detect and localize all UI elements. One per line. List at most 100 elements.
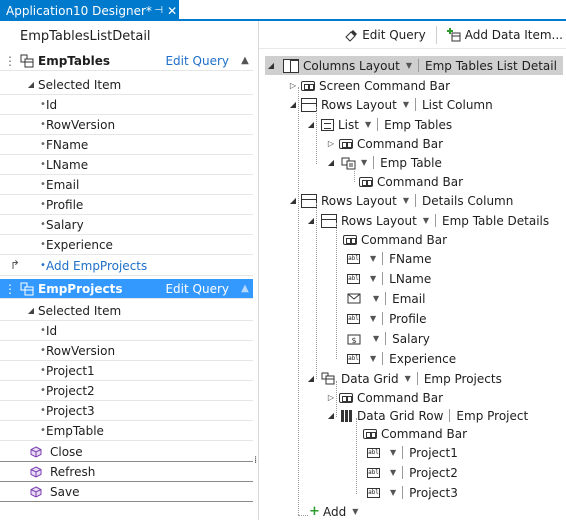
dropdown-arrow-icon[interactable]: ▼ [361,158,367,167]
tree-node-list-command-bar[interactable]: ▷ Command Bar [325,134,443,153]
field-item[interactable]: • Experience [0,235,253,255]
collapse-triangle-icon[interactable]: ◢ [265,61,277,70]
splitter-grip-icon[interactable]: ⁞ [254,455,257,466]
field-item[interactable]: • LName [0,155,253,175]
tree-node-field-lname[interactable]: abl ▼ LName [347,269,431,288]
text-box-icon: abl [367,467,380,478]
tree-node-field-experience[interactable]: abl ▼ Experience [347,349,456,368]
control-type[interactable]: Data Grid [341,372,399,386]
tree-node-details[interactable]: ◢ Rows Layout ▼ Emp Table Details [305,211,549,230]
dropdown-arrow-icon[interactable]: ▼ [390,468,396,477]
node-name: Command Bar [377,174,464,189]
tree-node-field-project3[interactable]: abl ▼ Project3 [367,483,458,502]
tree-node-root[interactable]: ◢ Columns Layout ▼ Emp Tables List Detai… [265,56,563,75]
tree-node-field-salary[interactable]: $ ▼ Salary [347,329,430,348]
tree-node-field-profile[interactable]: abl ▼ Profile [347,309,426,328]
tree-node-data-grid[interactable]: ◢ Data Grid ▼ Emp Projects [305,369,502,388]
add-related-link[interactable]: ↱ • Add EmpProjects [0,256,253,276]
tree-node-details-column[interactable]: ◢ Rows Layout ▼ Details Column [287,191,513,210]
node-name: Command Bar [357,136,444,151]
field-item[interactable]: • FName [0,135,253,155]
dropdown-arrow-icon[interactable]: ▼ [370,274,376,283]
dropdown-arrow-icon[interactable]: ▼ [370,314,376,323]
control-type[interactable]: Rows Layout [341,214,417,228]
entity-header-empprojects[interactable]: ⋮ EmpProjects Edit Query ▲ [0,279,253,299]
command-close[interactable]: Close [0,442,253,462]
node-name: LName [389,271,432,286]
entity-header-emptables[interactable]: ⋮ EmpTables Edit Query ▲ [0,51,253,71]
control-type[interactable]: Data Grid Row [357,409,443,423]
field-item[interactable]: • RowVersion [0,115,253,135]
add-data-item-button[interactable]: Add Data Item... [446,27,563,42]
node-name: Command Bar [357,390,444,405]
tree-node-field-email[interactable]: ▼ Email [347,289,425,308]
tree-node-screen-command-bar[interactable]: ▷ Screen Command Bar [287,76,450,95]
tree-node-field-project2[interactable]: abl ▼ Project2 [367,463,458,482]
expand-triangle-icon[interactable]: ▷ [325,139,337,148]
control-type[interactable]: Rows Layout [321,194,397,208]
edit-query-link[interactable]: Edit Query [165,54,229,68]
field-item[interactable]: • RowVersion [0,341,253,361]
field-item[interactable]: • Id [0,95,253,115]
command-save[interactable]: Save [0,482,253,502]
tree-node-field-fname[interactable]: abl ▼ FName [347,249,431,268]
dropdown-arrow-icon[interactable]: ▼ [370,354,376,363]
control-type[interactable]: Rows Layout [321,98,397,112]
field-label: Project3 [46,403,95,418]
dropdown-arrow-icon[interactable]: ▼ [405,374,411,383]
collapse-triangle-icon[interactable]: ◢ [26,80,36,89]
dropdown-arrow-icon[interactable]: ▼ [403,196,409,205]
drag-grip-icon[interactable]: ⋮ [0,282,20,296]
dropdown-arrow-icon[interactable]: ▼ [403,100,409,109]
dropdown-arrow-icon[interactable]: ▼ [390,448,396,457]
tree-node-list[interactable]: ◢ List ▼ Emp Tables [305,115,452,134]
selected-item-node[interactable]: ◢ Selected Item [0,301,253,321]
tree-node-list-column[interactable]: ◢ Rows Layout ▼ List Column [287,95,493,114]
dropdown-arrow-icon[interactable]: ▼ [365,120,371,129]
tree-node-emp-table[interactable]: ◢ ▼ Emp Table [325,153,442,172]
field-label: Email [46,177,80,192]
control-type[interactable]: List [338,118,359,132]
field-item[interactable]: • Id [0,321,253,341]
collapse-triangle-icon[interactable]: ◢ [325,158,337,167]
chevron-up-icon[interactable]: ▲ [237,283,253,294]
field-item[interactable]: • Project3 [0,401,253,421]
tree-node-details-command-bar[interactable]: Command Bar [343,230,447,249]
selected-item-label: Selected Item [38,303,122,318]
tree-node-row-command-bar[interactable]: Command Bar [363,424,467,443]
field-item[interactable]: • EmpTable [0,421,253,441]
node-name: Experience [389,351,457,366]
tree-node-grid-command-bar[interactable]: ▷ Command Bar [325,388,443,407]
edit-query-button[interactable]: Edit Query [344,28,426,42]
tab-application-designer[interactable]: Application10 Designer* ⊣ ✕ [0,0,179,21]
add-content-item-button[interactable]: + Add ▼ [309,502,364,521]
chevron-up-icon[interactable]: ▲ [237,55,253,66]
dropdown-arrow-icon[interactable]: ▼ [352,507,358,516]
field-item[interactable]: • Project2 [0,381,253,401]
field-item[interactable]: • Email [0,175,253,195]
node-name: Salary [392,331,430,346]
field-item[interactable]: • Project1 [0,361,253,381]
control-type[interactable]: Columns Layout [303,59,400,73]
dropdown-arrow-icon[interactable]: ▼ [423,216,429,225]
node-name: Emp Table [380,155,442,170]
field-item[interactable]: • Profile [0,195,253,215]
field-item[interactable]: • Salary [0,215,253,235]
field-label: FName [46,137,89,152]
collapse-triangle-icon[interactable]: ◢ [26,306,36,315]
field-label: Profile [46,197,84,212]
field-label: Id [46,323,58,338]
tree-node-emp-table-command-bar[interactable]: Command Bar [359,172,463,191]
dropdown-arrow-icon[interactable]: ▼ [390,488,396,497]
drag-grip-icon[interactable]: ⋮ [0,54,20,68]
command-refresh[interactable]: Refresh [0,462,253,482]
edit-query-link[interactable]: Edit Query [165,282,229,296]
pin-icon[interactable]: ⊣ [152,5,166,16]
dropdown-arrow-icon[interactable]: ▼ [373,294,379,303]
close-icon[interactable]: ✕ [165,4,179,18]
dropdown-arrow-icon[interactable]: ▼ [406,61,412,70]
dropdown-arrow-icon[interactable]: ▼ [370,254,376,263]
tree-node-field-project1[interactable]: abl ▼ Project1 [367,443,458,462]
selected-item-node[interactable]: ◢ Selected Item [0,75,253,95]
dropdown-arrow-icon[interactable]: ▼ [373,334,379,343]
